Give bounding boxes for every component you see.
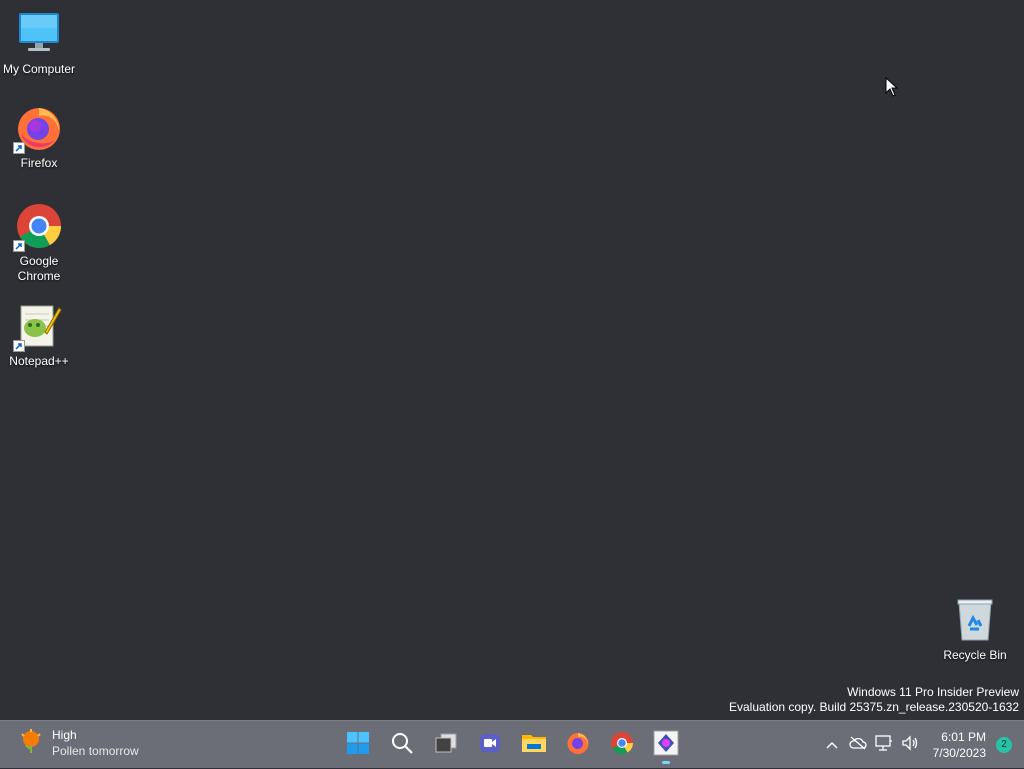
desktop: My Computer Firefox Google Chrome Notepa… [0,0,1024,720]
taskbar-chrome-button[interactable] [602,725,642,765]
weather-widget[interactable]: High Pollen tomorrow [18,727,139,759]
mouse-pointer-icon [885,76,899,102]
pollen-icon [18,728,44,759]
show-hidden-icons-button[interactable] [819,729,845,761]
desktop-icon-label: Google Chrome [17,254,61,283]
clock[interactable]: 6:01 PM 7/30/2023 [933,729,986,761]
desktop-icon-notepadpp[interactable]: Notepad++ [0,302,78,369]
meet-button[interactable] [470,725,510,765]
clock-date: 7/30/2023 [932,746,986,760]
desktop-icon-label: My Computer [2,62,76,76]
desktop-icon-label: Notepad++ [9,354,69,368]
desktop-icon-firefox[interactable]: Firefox [0,104,78,171]
meet-icon [478,731,502,760]
notepadpp-icon [13,302,63,352]
taskbar-active-app-button[interactable] [646,725,686,765]
watermark-build: Evaluation copy. Build 25375.zn_release.… [729,700,1019,714]
weather-subtitle: Pollen tomorrow [52,744,139,758]
chrome-icon [610,731,634,760]
network-icon [874,734,893,756]
onedrive-button[interactable] [845,729,871,761]
desktop-icon-label: Recycle Bin [943,648,1007,662]
desktop-icon-my-computer[interactable]: My Computer [0,10,78,77]
chevron-up-icon [826,736,838,754]
task-view-button[interactable] [426,725,466,765]
watermark-edition: Windows 11 Pro Insider Preview [847,685,1019,699]
notification-badge[interactable]: 2 [996,737,1012,753]
desktop-icon-label: Firefox [20,156,58,170]
taskbar-firefox-button[interactable] [558,725,598,765]
task-view-icon [434,731,458,760]
firefox-icon [13,104,63,154]
desktop-icon-chrome[interactable]: Google Chrome [0,202,78,284]
chrome-icon [13,202,63,252]
file-explorer-icon [521,731,547,760]
search-icon [390,731,414,760]
taskbar: High Pollen tomorrow 6:01 PM 7/30/2023 2 [0,720,1024,768]
network-button[interactable] [871,729,897,761]
weather-title: High [52,728,77,742]
volume-icon [901,734,919,756]
desktop-icon-recycle-bin[interactable]: Recycle Bin [936,596,1014,663]
shortcut-arrow-icon [13,142,25,154]
search-button[interactable] [382,725,422,765]
firefox-icon [566,731,590,760]
file-explorer-button[interactable] [514,725,554,765]
monitor-icon [15,10,63,58]
clock-time: 6:01 PM [941,730,986,744]
onedrive-offline-icon [848,736,867,755]
shortcut-arrow-icon [13,240,25,252]
start-button[interactable] [338,725,378,765]
windows-start-icon [346,731,370,760]
recycle-bin-icon [951,596,999,644]
windows-watermark: Windows 11 Pro Insider Preview Evaluatio… [729,685,1019,715]
taskbar-pinned-apps [336,721,688,769]
shortcut-arrow-icon [13,340,25,352]
app-icon [653,730,679,761]
system-tray: 6:01 PM 7/30/2023 2 [819,721,1024,769]
volume-button[interactable] [897,729,923,761]
